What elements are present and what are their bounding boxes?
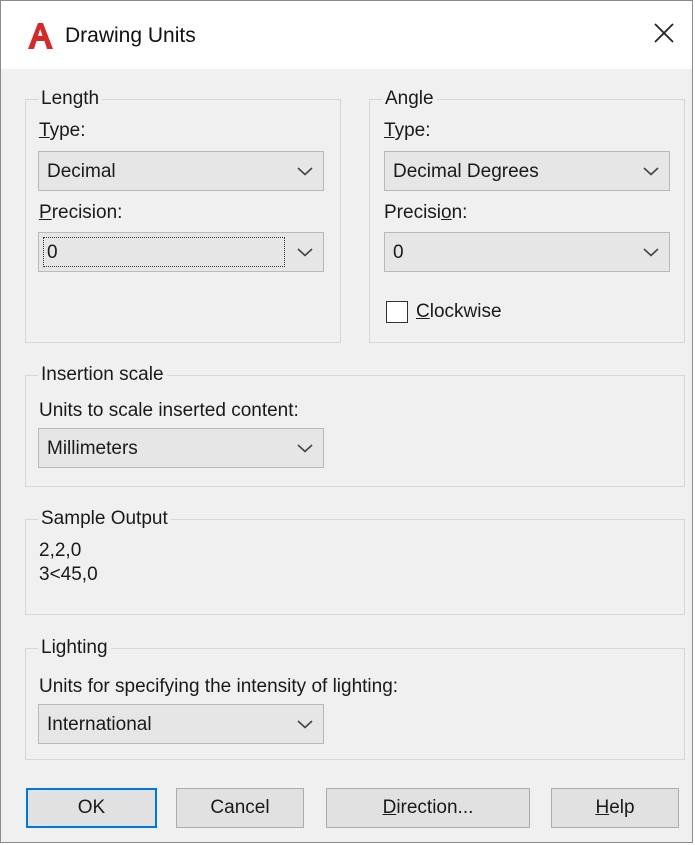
length-precision-select[interactable]: 0 (38, 232, 324, 272)
angle-type-select[interactable]: Decimal Degrees (384, 151, 670, 191)
lighting-units-value: International (47, 714, 152, 735)
length-legend: Length (38, 88, 103, 110)
dialog-title: Drawing Units (65, 24, 196, 47)
angle-type-value: Decimal Degrees (393, 161, 539, 182)
insertion-units-select[interactable]: Millimeters (38, 428, 324, 468)
autocad-a-icon (28, 23, 53, 49)
insertion-units-label: Units to scale inserted content: (39, 400, 299, 421)
angle-precision-value: 0 (393, 242, 404, 263)
chevron-down-icon (643, 248, 659, 257)
angle-precision-label: Precision: (384, 202, 468, 223)
length-type-label: Type: (39, 120, 86, 141)
lighting-legend: Lighting (38, 637, 111, 659)
length-precision-value: 0 (47, 242, 58, 263)
help-button[interactable]: Help (551, 788, 679, 828)
title-bar: Drawing Units (1, 1, 692, 69)
length-precision-label: Precision: (39, 202, 123, 223)
close-button[interactable] (644, 13, 684, 53)
cancel-button[interactable]: Cancel (176, 788, 304, 828)
chevron-down-icon (297, 167, 313, 176)
chevron-down-icon (643, 167, 659, 176)
angle-legend: Angle (382, 88, 437, 110)
lighting-units-select[interactable]: International (38, 704, 324, 744)
angle-type-label: Type: (384, 120, 431, 141)
sample-output-legend: Sample Output (38, 508, 171, 530)
length-type-select[interactable]: Decimal (38, 151, 324, 191)
length-type-value: Decimal (47, 161, 116, 182)
chevron-down-icon (297, 720, 313, 729)
close-icon (654, 23, 674, 43)
chevron-down-icon (297, 444, 313, 453)
drawing-units-dialog: Drawing Units Length Type: Decimal Preci… (0, 0, 693, 843)
chevron-down-icon (297, 248, 313, 257)
clockwise-label[interactable]: Clockwise (416, 301, 502, 323)
sample-output-line-1: 2,2,0 (39, 540, 82, 561)
angle-precision-select[interactable]: 0 (384, 232, 670, 272)
insertion-units-value: Millimeters (47, 438, 138, 459)
ok-button[interactable]: OK (26, 788, 157, 828)
clockwise-checkbox[interactable] (386, 301, 408, 323)
lighting-units-label: Units for specifying the intensity of li… (39, 676, 399, 697)
focus-rectangle (43, 237, 285, 267)
direction-button[interactable]: Direction... (326, 788, 530, 828)
sample-output-group (25, 519, 685, 615)
insertion-scale-legend: Insertion scale (38, 364, 167, 386)
sample-output-line-2: 3<45,0 (39, 564, 98, 585)
